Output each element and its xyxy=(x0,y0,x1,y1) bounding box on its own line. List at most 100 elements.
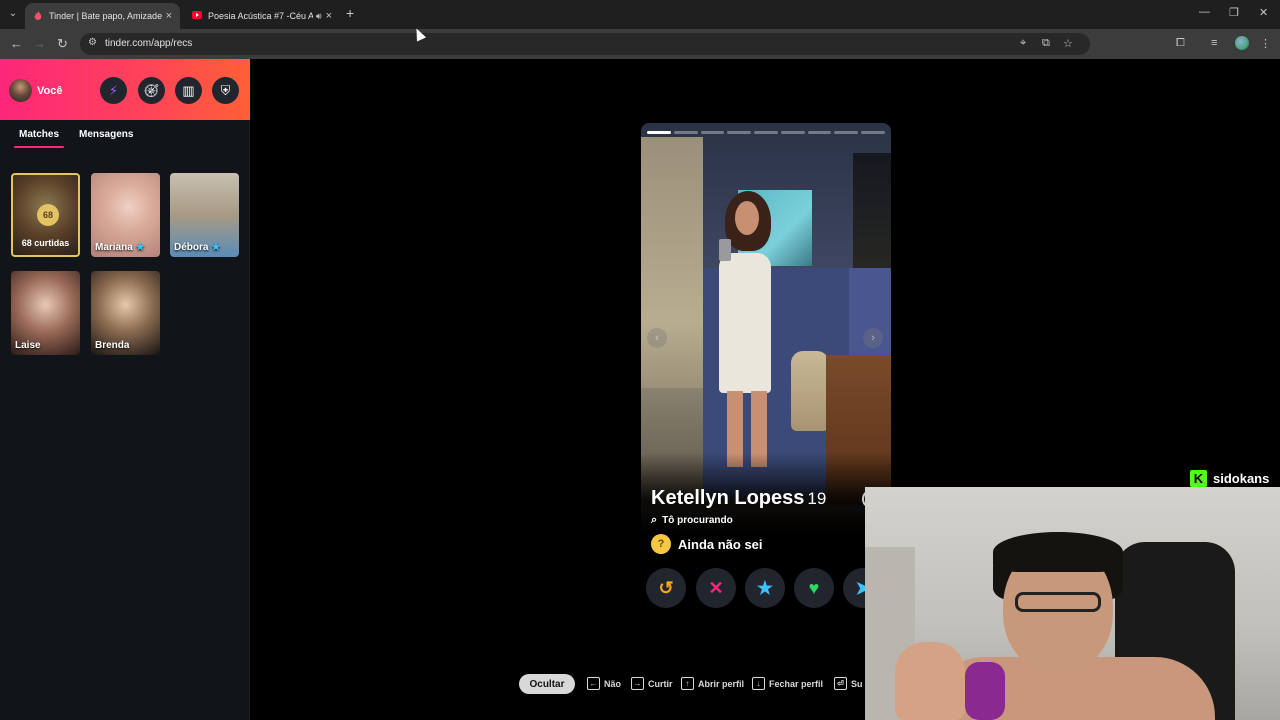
thinking-face-icon: ? xyxy=(651,534,671,554)
hide-hints-button[interactable]: Ocultar xyxy=(519,674,575,694)
match-card[interactable]: Laise xyxy=(11,271,80,355)
verified-star-icon: ★ xyxy=(211,242,221,253)
photo-progress-segment xyxy=(727,131,752,134)
explore-button[interactable]: 🧭︎ xyxy=(138,77,165,104)
match-card[interactable]: Brenda xyxy=(91,271,160,355)
tab-tinder[interactable]: Tinder | Bate papo, Amizade, En × xyxy=(25,3,180,29)
tab-title: Poesia Acústica #7 -Céu Az xyxy=(208,11,313,21)
match-name: Laise xyxy=(15,340,41,351)
up-arrow-key-icon: ↑ xyxy=(681,677,694,690)
intent-label: Ainda não sei xyxy=(678,536,763,552)
safety-button[interactable]: ⛨ xyxy=(212,77,239,104)
left-arrow-key-icon: ← xyxy=(587,677,600,690)
speaker-icon[interactable]: 🔊︎ xyxy=(316,11,322,22)
extensions-puzzle-icon[interactable]: ⧠ xyxy=(1176,37,1185,50)
x-icon: ✕ xyxy=(708,577,724,598)
new-tab-plus-icon[interactable]: + xyxy=(346,5,354,21)
hint-nope: ← Não xyxy=(587,677,621,690)
match-name: Mariana xyxy=(95,242,133,253)
boost-button[interactable]: ⚡︎ xyxy=(100,77,127,104)
omnibox[interactable]: ⚙ tinder.com/app/recs ⌖ ⧉ ☆ xyxy=(80,33,1090,55)
stream-channel-badge: K sidokans xyxy=(1190,470,1269,487)
looking-for-row: ⌕ Tô procurando xyxy=(651,514,733,527)
right-arrow-key-icon: → xyxy=(631,677,644,690)
photo-progress-segment xyxy=(780,131,805,134)
site-info-icon[interactable]: ⚙ xyxy=(88,37,97,48)
match-card[interactable]: Mariana ★ xyxy=(91,173,160,257)
down-arrow-key-icon: ↓ xyxy=(752,677,765,690)
likes-card[interactable]: 68 68 curtidas xyxy=(11,173,80,257)
menu-kebab-icon[interactable]: ⋮ xyxy=(1260,37,1271,50)
match-name: Débora xyxy=(174,242,209,253)
photo-progress-segment xyxy=(861,131,886,134)
lightning-bolt-icon: ⚡︎ xyxy=(108,82,119,98)
next-photo-chevron-icon[interactable]: › xyxy=(863,328,883,348)
nope-button[interactable]: ✕ xyxy=(696,568,736,608)
photo-progress-segment xyxy=(834,131,859,134)
tab-messages[interactable]: Mensagens xyxy=(79,129,133,140)
tab-youtube[interactable]: Poesia Acústica #7 -Céu Az 🔊︎ × xyxy=(184,3,340,29)
close-tab-icon[interactable]: × xyxy=(326,10,332,22)
bookmark-star-icon[interactable]: ☆ xyxy=(1063,37,1073,50)
photo-progress-bar xyxy=(647,131,886,134)
install-app-icon[interactable]: ⧉ xyxy=(1042,37,1050,50)
minimize-icon[interactable]: — xyxy=(1199,6,1210,18)
hint-open-profile: ↑ Abrir perfil xyxy=(681,677,744,690)
close-window-icon[interactable]: ✕ xyxy=(1259,6,1268,19)
avatar[interactable] xyxy=(9,79,32,102)
close-tab-icon[interactable]: × xyxy=(166,10,172,22)
previous-photo-chevron-icon[interactable]: ‹ xyxy=(647,328,667,348)
media-controls-icon[interactable]: ≡ xyxy=(1211,37,1217,49)
tab-title: Tinder | Bate papo, Amizade, En xyxy=(49,11,162,21)
channel-name: sidokans xyxy=(1213,471,1270,486)
tinder-favicon-icon xyxy=(33,11,43,21)
passport-button[interactable]: ▥ xyxy=(175,77,202,104)
hint-super-like: ⏎ Su xyxy=(834,677,863,690)
star-icon: ★ xyxy=(756,577,774,598)
profile-label[interactable]: Você xyxy=(37,85,62,97)
likes-label: 68 curtidas xyxy=(21,238,70,248)
tab-list-chevron-icon[interactable]: ⌄ xyxy=(4,5,22,23)
shield-icon: ⛨ xyxy=(220,82,231,98)
rewind-button[interactable]: ↺ xyxy=(646,568,686,608)
browser-tab-bar: ⌄ Tinder | Bate papo, Amizade, En × Poes… xyxy=(0,0,1280,29)
compass-icon: 🧭︎ xyxy=(143,82,160,98)
relationship-intent: ? Ainda não sei xyxy=(651,534,763,554)
profile-name-row[interactable]: Ketellyn Lopess 19 xyxy=(651,487,826,510)
glasses xyxy=(1015,592,1101,612)
url-text[interactable]: tinder.com/app/recs xyxy=(105,38,192,49)
reload-icon[interactable]: ↻ xyxy=(57,36,68,52)
vase xyxy=(791,351,829,431)
raised-hand xyxy=(895,642,965,720)
sidebar-tabs: Matches Mensagens xyxy=(0,129,250,151)
address-bar-row: ← → ↻ ⚙ tinder.com/app/recs ⌖ ⧉ ☆ ⧠ ≡ ⋮ xyxy=(0,29,1280,59)
hint-close-profile: ↓ Fechar perfil xyxy=(752,677,823,690)
browser-profile-avatar[interactable] xyxy=(1235,36,1249,50)
photo-progress-segment xyxy=(673,131,698,134)
webcam-overlay xyxy=(865,487,1280,720)
super-like-button[interactable]: ★ xyxy=(745,568,785,608)
looking-for-label: Tô procurando xyxy=(662,515,733,526)
youtube-favicon-icon xyxy=(192,11,202,21)
hint-like: → Curtir xyxy=(631,677,673,690)
back-arrow-icon[interactable]: ← xyxy=(10,36,23,51)
heart-icon: ♥ xyxy=(808,577,820,598)
kick-logo-icon: K xyxy=(1190,470,1207,487)
enter-key-icon: ⏎ xyxy=(834,677,847,690)
match-card[interactable]: Débora ★ xyxy=(170,173,239,257)
like-button[interactable]: ♥ xyxy=(794,568,834,608)
profile-age: 19 xyxy=(807,489,827,508)
tab-matches[interactable]: Matches xyxy=(13,129,65,148)
likes-count-badge: 68 xyxy=(37,204,59,226)
location-pin-icon[interactable]: ⌖ xyxy=(1020,37,1026,50)
rewind-icon: ↺ xyxy=(658,577,674,598)
profile-name: Ketellyn Lopess xyxy=(651,487,805,509)
photo-progress-segment xyxy=(700,131,725,134)
forward-arrow-icon[interactable]: → xyxy=(33,36,46,51)
sidebar-header: Você ⚡︎ 🧭︎ ▥ ⛨ xyxy=(0,59,250,120)
briefcase-icon: ▥ xyxy=(182,82,195,98)
restore-icon[interactable]: ❐ xyxy=(1229,6,1239,19)
verified-star-icon: ★ xyxy=(135,242,145,253)
photo-progress-segment xyxy=(647,131,671,134)
photo-progress-segment xyxy=(807,131,832,134)
